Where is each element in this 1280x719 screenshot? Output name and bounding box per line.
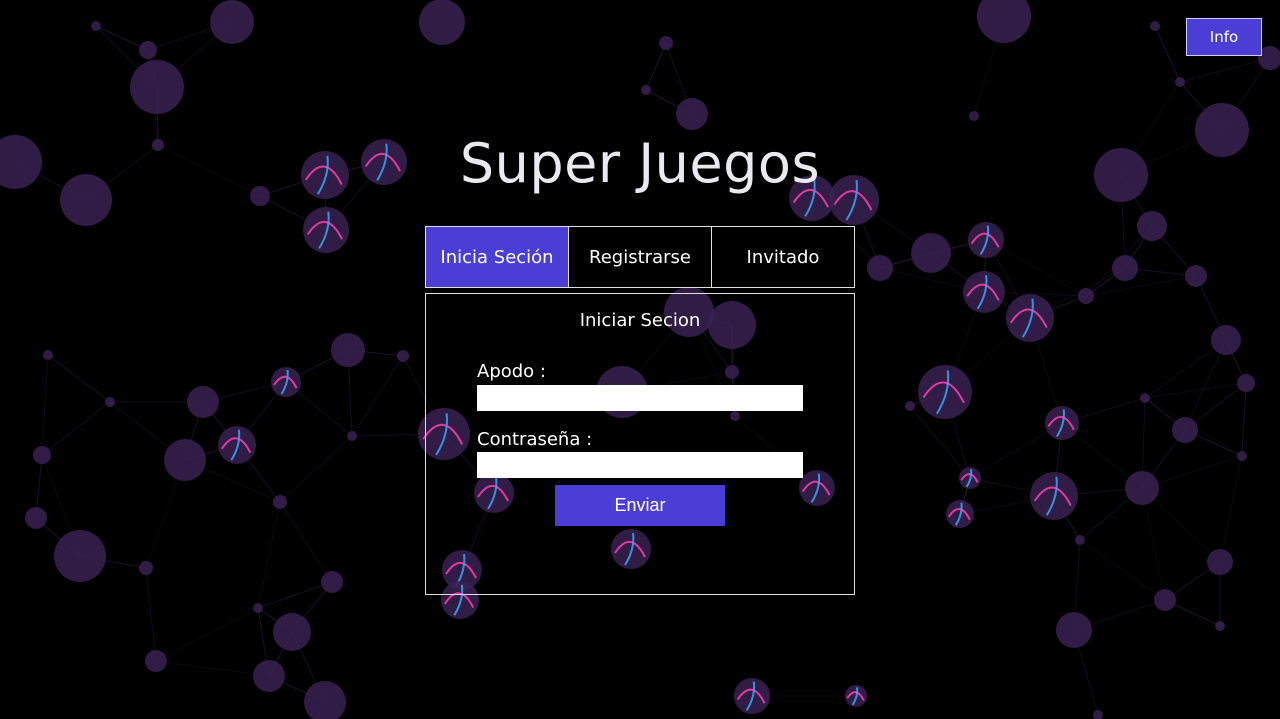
particle-node [331, 333, 365, 367]
particle-node [253, 603, 263, 613]
particle-node [397, 350, 409, 362]
particle-node [641, 85, 651, 95]
particle-node [676, 98, 708, 130]
particle-node [210, 0, 254, 44]
particle-node [1075, 535, 1085, 545]
page-title: Super Juegos [459, 132, 821, 195]
particle-node [1172, 417, 1198, 443]
auth-tabs: Inicia Seción Registrarse Invitado [425, 226, 855, 288]
particle-node [1056, 612, 1092, 648]
particle-node [164, 439, 206, 481]
particle-node [911, 233, 951, 273]
particle-node [905, 401, 915, 411]
login-heading: Iniciar Secion [579, 310, 701, 331]
particle-node [1207, 549, 1233, 575]
particle-node [347, 431, 357, 441]
particle-node [1185, 265, 1207, 287]
particle-node [1093, 710, 1103, 719]
particle-node [187, 386, 219, 418]
password-label: Contraseña : [477, 429, 593, 450]
particle-node [145, 650, 167, 672]
particle-node [43, 350, 53, 360]
particle-node [1154, 589, 1176, 611]
particle-node [969, 111, 979, 121]
particle-node [977, 0, 1031, 43]
nickname-input[interactable] [477, 385, 803, 411]
particle-node [867, 255, 893, 281]
particle-node [1237, 451, 1247, 461]
submit-button[interactable]: Enviar [555, 485, 725, 526]
login-panel: Iniciar Secion Apodo : Contraseña : Envi… [425, 293, 855, 595]
particle-node [253, 660, 285, 692]
particle-node [130, 60, 184, 114]
particle-node [1175, 77, 1185, 87]
tab-login[interactable]: Inicia Seción [426, 227, 569, 287]
particle-node [54, 530, 106, 582]
tab-register[interactable]: Registrarse [569, 227, 712, 287]
particle-node [273, 613, 311, 651]
tab-guest[interactable]: Invitado [712, 227, 854, 287]
particle-node [1211, 325, 1241, 355]
particle-node [273, 495, 287, 509]
particle-node [139, 41, 157, 59]
particle-node [1150, 21, 1160, 31]
particle-node [1137, 211, 1167, 241]
particle-node [1215, 621, 1225, 631]
particle-node [1112, 255, 1138, 281]
info-button[interactable]: Info [1186, 18, 1262, 56]
particle-node [1078, 288, 1094, 304]
particle-node [1125, 471, 1159, 505]
particle-node [304, 681, 346, 719]
particle-node [321, 571, 343, 593]
particle-node [25, 507, 47, 529]
nickname-label: Apodo : [477, 361, 546, 382]
particle-node [419, 0, 465, 45]
particle-node [105, 397, 115, 407]
particle-node [139, 561, 153, 575]
particle-node [91, 21, 101, 31]
particle-node [1237, 374, 1255, 392]
particle-node [659, 36, 673, 50]
particle-node [33, 446, 51, 464]
password-input[interactable] [477, 452, 803, 478]
particle-node [1140, 393, 1150, 403]
